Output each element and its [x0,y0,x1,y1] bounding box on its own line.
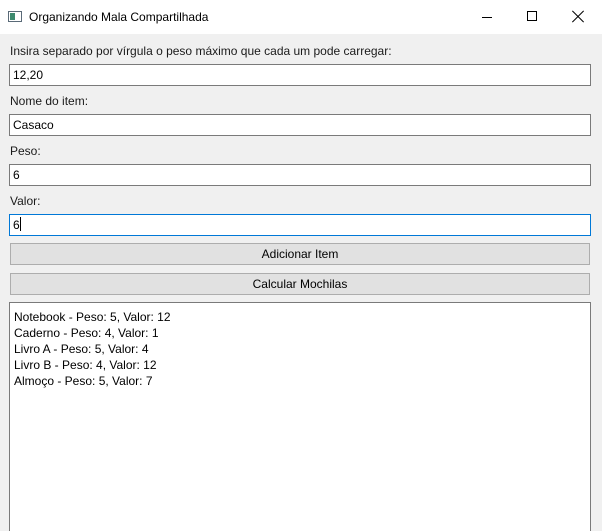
title-bar[interactable]: Organizando Mala Compartilhada [0,0,602,34]
list-item[interactable]: Livro A - Peso: 5, Valor: 4 [14,341,590,357]
items-listbox[interactable]: Notebook - Peso: 5, Valor: 12 Caderno - … [9,302,591,531]
weight-label: Peso: [10,144,41,158]
maximize-button[interactable] [510,0,556,34]
value-input[interactable]: 6 [9,214,591,236]
value-input-text: 6 [13,218,20,232]
app-window: Organizando Mala Compartilhada Insira se… [0,0,602,531]
value-label: Valor: [10,194,41,208]
item-name-label: Nome do item: [10,94,89,108]
capacities-label: Insira separado por vírgula o peso máxim… [10,44,392,58]
text-caret [19,217,21,231]
add-item-button[interactable]: Adicionar Item [10,243,590,265]
item-name-input[interactable]: Casaco [9,114,591,136]
window-title: Organizando Mala Compartilhada [29,10,209,24]
weight-input[interactable]: 6 [9,164,591,186]
close-icon [572,11,584,23]
minimize-icon [482,17,492,18]
list-item[interactable]: Livro B - Peso: 4, Valor: 12 [14,357,590,373]
close-button[interactable] [556,0,602,34]
window-app-icon [8,11,22,22]
capacities-input[interactable]: 12,20 [9,64,591,86]
list-item[interactable]: Almoço - Peso: 5, Valor: 7 [14,373,590,389]
calculate-button[interactable]: Calcular Mochilas [10,273,590,295]
maximize-icon [527,11,537,21]
minimize-button[interactable] [464,0,510,34]
list-item[interactable]: Caderno - Peso: 4, Valor: 1 [14,325,590,341]
list-item[interactable]: Notebook - Peso: 5, Valor: 12 [14,309,590,325]
